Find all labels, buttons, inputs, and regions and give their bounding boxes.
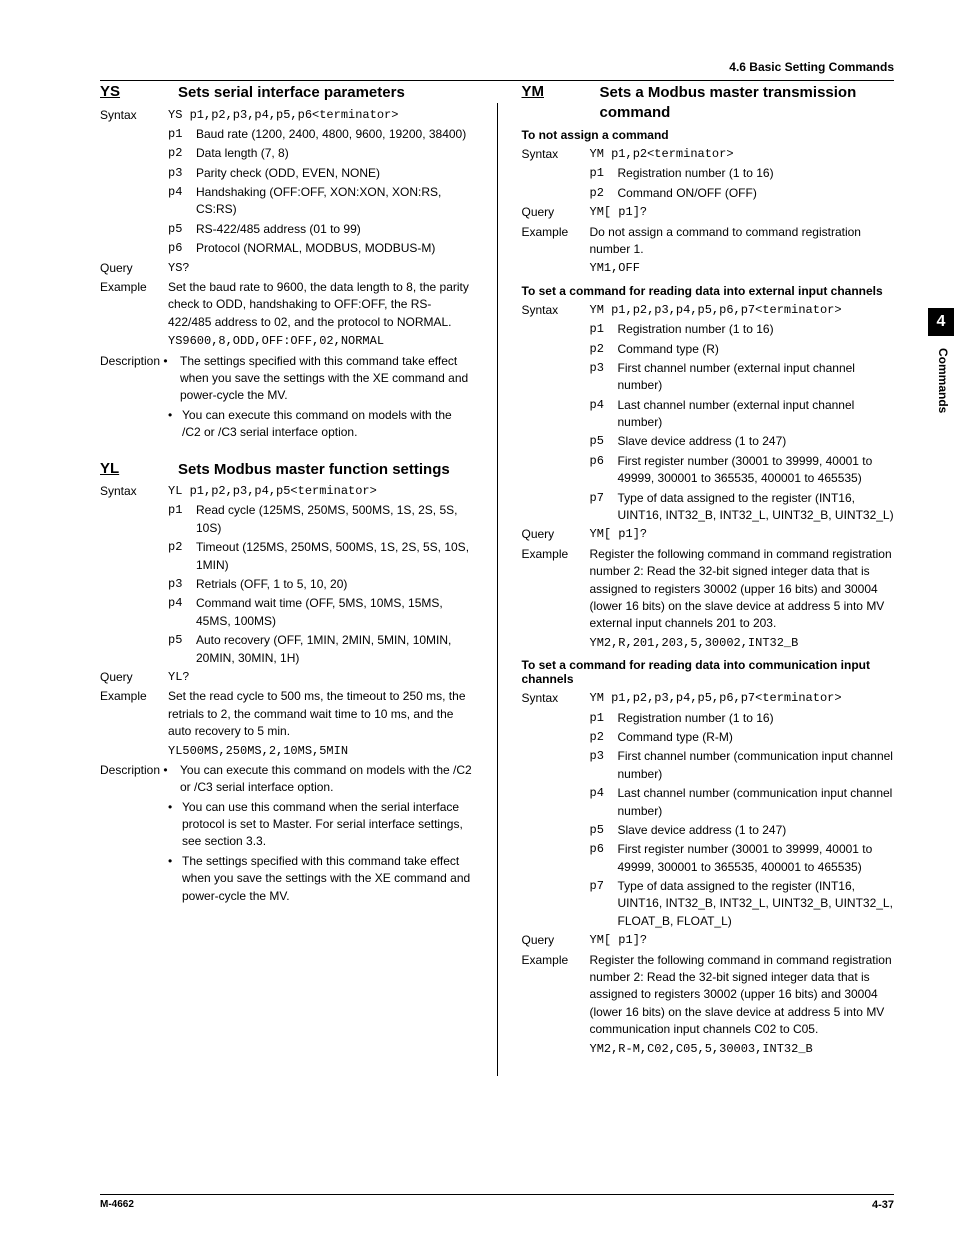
- ym-sec2-head: To set a command for reading data into e…: [522, 284, 895, 298]
- yl-example-code: YL500MS,250MS,2,10MS,5MIN: [168, 743, 473, 760]
- yl-title: Sets Modbus master function settings: [178, 460, 450, 480]
- syntax-label: Syntax: [100, 107, 168, 124]
- ym-title: Sets a Modbus master transmission comman…: [600, 83, 895, 122]
- query-label: Query: [100, 260, 168, 277]
- desc-label: Description •: [100, 353, 180, 370]
- section-header: 4.6 Basic Setting Commands: [100, 60, 894, 74]
- ys-desc1: The settings specified with this command…: [180, 353, 473, 405]
- yl-desc1: You can execute this command on models w…: [180, 762, 473, 797]
- left-column: YS Sets serial interface parameters Synt…: [100, 83, 473, 1076]
- right-column: YM Sets a Modbus master transmission com…: [522, 83, 895, 1076]
- page-number: 4-37: [872, 1199, 894, 1211]
- yl-example-text: Set the read cycle to 500 ms, the timeou…: [168, 688, 473, 740]
- header-rule: [100, 80, 894, 81]
- ys-title: Sets serial interface parameters: [178, 83, 405, 103]
- yl-desc3: The settings specified with this command…: [182, 853, 473, 905]
- yl-syntax: YL p1,p2,p3,p4,p5<terminator>: [168, 483, 473, 500]
- example-label: Example: [100, 279, 168, 296]
- ys-params: p1Baud rate (1200, 2400, 4800, 9600, 192…: [168, 126, 473, 258]
- chapter-tab: 4: [928, 308, 954, 336]
- ys-query: YS?: [168, 260, 473, 277]
- ym-sec3-head: To set a command for reading data into c…: [522, 658, 895, 686]
- ys-example-text: Set the baud rate to 9600, the data leng…: [168, 279, 473, 331]
- ys-example-code: YS9600,8,ODD,OFF:OFF,02,NORMAL: [168, 333, 473, 350]
- yl-params: p1Read cycle (125MS, 250MS, 500MS, 1S, 2…: [168, 502, 473, 667]
- yl-name: YL: [100, 460, 160, 477]
- ym-sec1-head: To not assign a command: [522, 128, 895, 142]
- yl-query: YL?: [168, 669, 473, 686]
- chapter-label: Commands: [936, 348, 950, 413]
- ys-name: YS: [100, 83, 160, 100]
- ys-block: YS Sets serial interface parameters Synt…: [100, 83, 473, 442]
- ys-desc2: You can execute this command on models w…: [182, 407, 473, 442]
- manual-number: M-4662: [100, 1199, 134, 1211]
- ym-name: YM: [522, 83, 582, 100]
- column-divider: [497, 103, 498, 1076]
- two-column-layout: YS Sets serial interface parameters Synt…: [100, 83, 894, 1076]
- page: 4.6 Basic Setting Commands YS Sets seria…: [0, 0, 954, 1235]
- ym-block: YM Sets a Modbus master transmission com…: [522, 83, 895, 1058]
- page-footer: M-4662 4-37: [100, 1194, 894, 1211]
- ys-syntax: YS p1,p2,p3,p4,p5,p6<terminator>: [168, 107, 473, 124]
- yl-desc2: You can use this command when the serial…: [182, 799, 473, 851]
- yl-block: YL Sets Modbus master function settings …: [100, 460, 473, 905]
